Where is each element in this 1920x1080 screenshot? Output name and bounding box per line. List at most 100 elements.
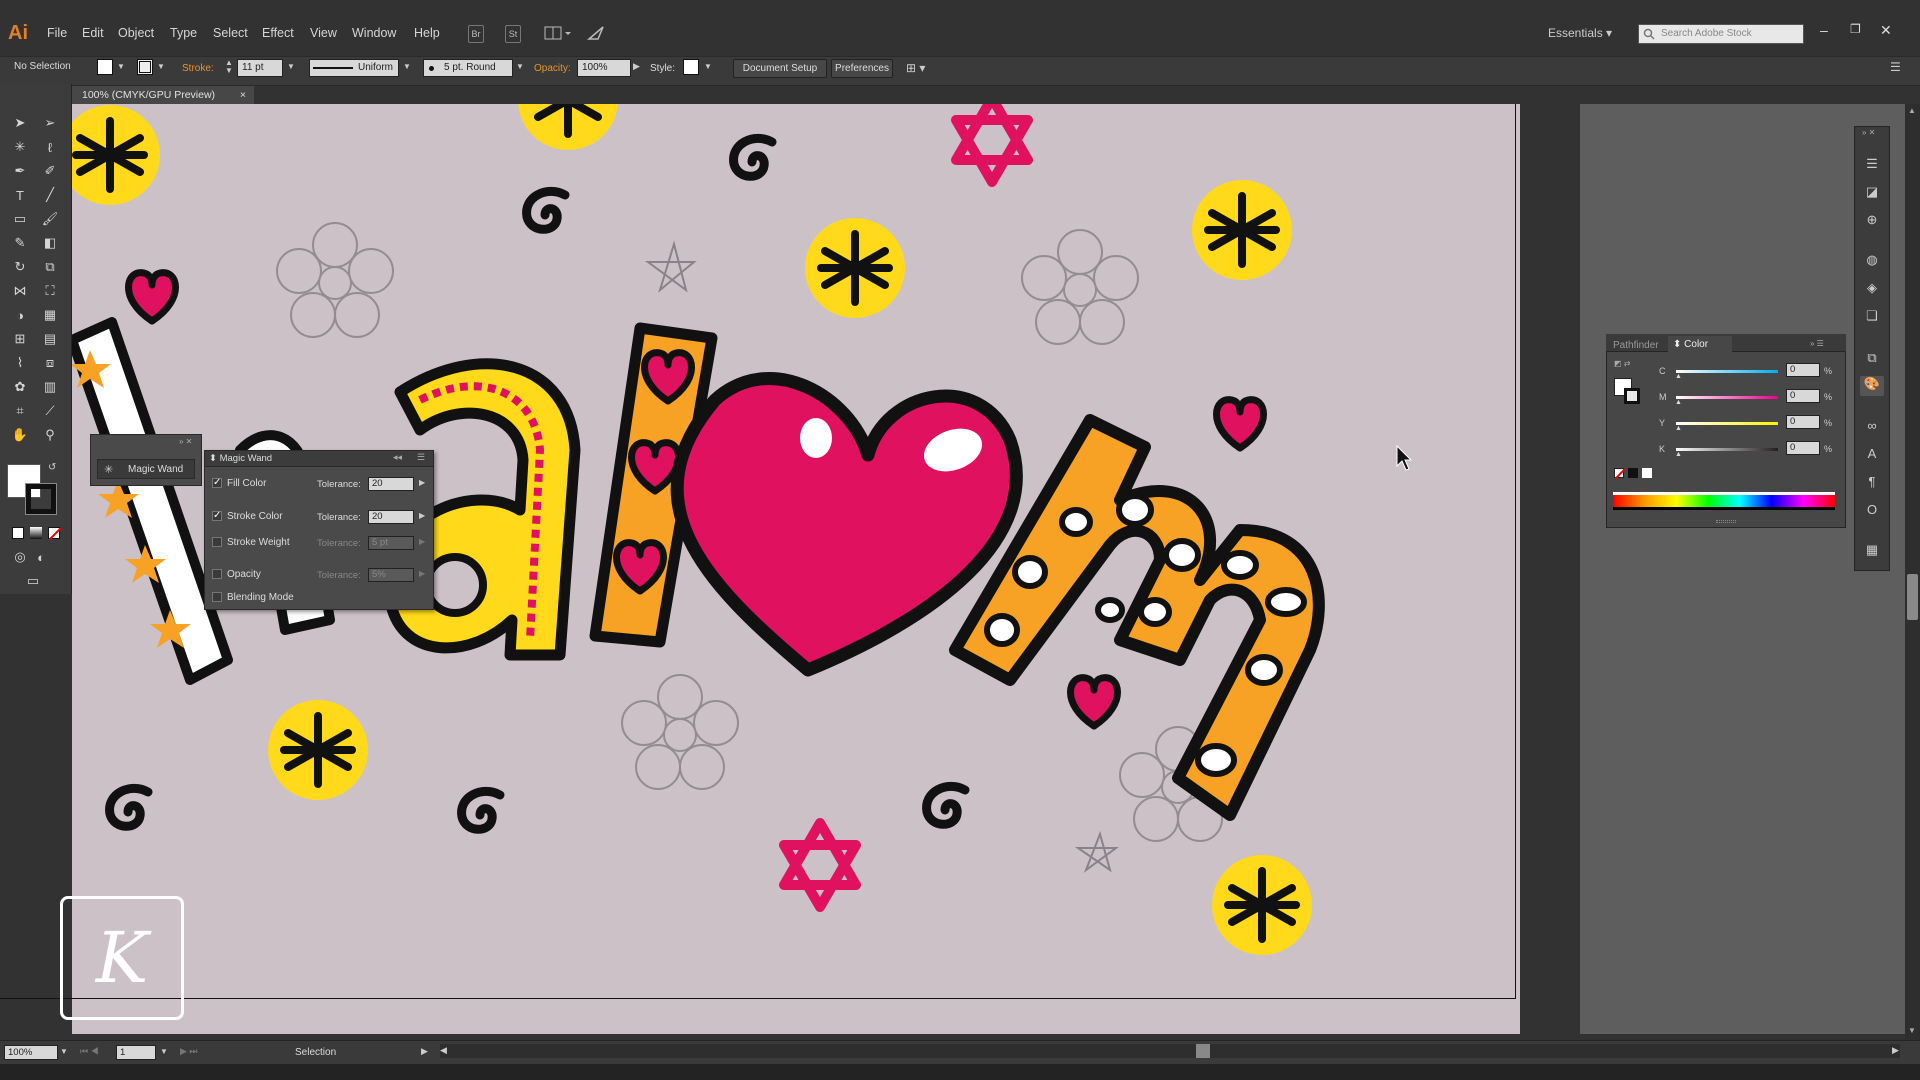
scroll-up-icon[interactable]: ▲ <box>1908 106 1916 115</box>
stepper-icon[interactable]: ▲ ▼ <box>225 59 233 75</box>
document-tab[interactable]: 100% (CMYK/GPU Preview) × <box>72 86 254 104</box>
scroll-left-icon[interactable]: ◀ <box>440 1045 447 1056</box>
dock-collapse-icon[interactable]: » ✕ <box>1862 128 1875 137</box>
draw-mode-icon[interactable]: ◎ <box>9 546 31 568</box>
chevron-down-icon[interactable]: ▼ <box>157 62 165 71</box>
slider-thumb-icon[interactable]: ▲ <box>1675 373 1682 380</box>
restore-icon[interactable]: ❐ <box>1850 22 1861 36</box>
appearance-icon[interactable]: ⊕ <box>1860 212 1884 232</box>
pencil-tool-icon[interactable]: ✎ <box>9 232 31 254</box>
chevron-right-icon[interactable]: ▶ <box>419 511 425 520</box>
magenta-slider[interactable] <box>1676 396 1778 399</box>
stroke-swatch[interactable] <box>137 59 153 75</box>
links-icon[interactable]: ∞ <box>1860 418 1884 438</box>
horizontal-scrollbar[interactable] <box>440 1044 1900 1058</box>
panel-close-icon[interactable]: » ✕ <box>179 437 192 446</box>
black-swatch[interactable] <box>1628 468 1638 478</box>
chevron-right-icon[interactable]: ▶ <box>633 61 640 72</box>
opacity-field[interactable]: 100% <box>577 59 631 77</box>
default-colors-icon[interactable]: ◩ ⇄ <box>1614 359 1630 368</box>
status-mode-label[interactable]: Selection <box>295 1047 336 1058</box>
zoom-tool-icon[interactable]: ⚲ <box>39 424 61 446</box>
menu-view[interactable]: View <box>310 26 337 40</box>
zoom-field[interactable]: 100% <box>4 1045 58 1060</box>
stroke-color-checkbox[interactable]: ✓ <box>212 511 222 521</box>
draw-behind-icon[interactable]: ◐ <box>30 546 52 568</box>
stock-button[interactable]: St <box>505 25 521 43</box>
scale-tool-icon[interactable]: ⧉ <box>39 256 61 278</box>
chevron-down-icon[interactable]: ▼ <box>403 62 411 71</box>
chevron-down-icon[interactable]: ▼ <box>516 62 524 71</box>
curvature-tool-icon[interactable]: ✐ <box>39 160 61 182</box>
table-icon[interactable]: ▦ <box>1860 542 1884 562</box>
fill-color-checkbox[interactable]: ✓ <box>212 478 222 488</box>
column-graph-tool-icon[interactable]: ▥ <box>39 376 61 398</box>
pathfinder-icon[interactable]: ⧉ <box>1860 350 1884 370</box>
pen-tool-icon[interactable]: ✒ <box>9 160 31 182</box>
chevron-right-icon[interactable]: ▶ <box>419 478 425 487</box>
tab-close-icon[interactable]: × <box>240 86 246 104</box>
scroll-down-icon[interactable]: ▼ <box>1908 1026 1916 1035</box>
menu-window[interactable]: Window <box>352 26 396 40</box>
arrange-documents-icon[interactable] <box>544 25 571 41</box>
vertical-scroll-thumb[interactable] <box>1907 574 1918 620</box>
magic-wand-tab-button[interactable]: ✳ Magic Wand <box>97 459 195 479</box>
panel-menu-icon[interactable]: ☰ <box>1890 60 1901 74</box>
paragraph-icon[interactable]: ¶ <box>1860 474 1884 494</box>
cyan-value-field[interactable]: 0 <box>1786 363 1820 377</box>
properties-icon[interactable]: ☰ <box>1860 156 1884 176</box>
screen-mode-icon[interactable]: ▭ <box>22 570 44 592</box>
style-swatch[interactable] <box>683 59 699 75</box>
mesh-tool-icon[interactable]: ⊞ <box>9 328 31 350</box>
transparency-icon[interactable]: ◪ <box>1860 184 1884 204</box>
artboard-nav-next-icon[interactable]: ▶ ⏭ <box>180 1046 198 1057</box>
color-panel-icon[interactable]: 🎨 <box>1860 376 1884 396</box>
selection-tool-icon[interactable]: ➤ <box>9 112 31 134</box>
minimize-icon[interactable]: – <box>1820 22 1828 38</box>
chevron-right-icon[interactable]: ▶ <box>421 1046 428 1057</box>
artboards-icon[interactable]: ❏ <box>1860 308 1884 328</box>
tab-pathfinder[interactable]: Pathfinder <box>1613 340 1659 351</box>
yellow-slider[interactable] <box>1676 422 1778 425</box>
collapse-panel-icon[interactable]: ◂◂ <box>393 452 402 463</box>
gpu-performance-icon[interactable] <box>586 24 606 42</box>
stroke-tolerance-field[interactable]: 20 <box>368 510 414 524</box>
magic-wand-tool-icon[interactable]: ✳ <box>9 136 31 158</box>
chevron-down-icon[interactable]: ▼ <box>117 62 125 71</box>
eyedropper-tool-icon[interactable]: ⌇ <box>9 352 31 374</box>
stroke-color-swatch[interactable] <box>25 483 57 515</box>
panel-menu-icon[interactable]: ☰ <box>417 452 425 463</box>
blend-tool-icon[interactable]: ⧈ <box>39 352 61 374</box>
yellow-value-field[interactable]: 0 <box>1786 415 1820 429</box>
menu-edit[interactable]: Edit <box>82 26 104 40</box>
opentype-icon[interactable]: O <box>1860 502 1884 522</box>
magic-wand-collapsed-panel[interactable]: » ✕ ✳ Magic Wand <box>90 434 202 486</box>
brush-definition[interactable]: 5 pt. Round <box>423 59 513 77</box>
close-window-icon[interactable]: ✕ <box>1880 22 1892 39</box>
menu-object[interactable]: Object <box>118 26 154 40</box>
swatches-icon[interactable]: ◍ <box>1860 252 1884 272</box>
opacity-checkbox[interactable] <box>212 569 222 579</box>
chevron-down-icon[interactable]: ▼ <box>60 1047 68 1056</box>
fill-swatch[interactable] <box>97 59 113 75</box>
panel-header[interactable]: ⬍ Magic Wand ◂◂ ☰ <box>205 451 433 467</box>
color-mode-icon[interactable] <box>12 527 24 539</box>
color-spectrum[interactable] <box>1613 492 1835 510</box>
eraser-tool-icon[interactable]: ◧ <box>39 232 61 254</box>
menu-effect[interactable]: Effect <box>262 26 294 40</box>
document-setup-button[interactable]: Document Setup <box>733 59 827 78</box>
preferences-button[interactable]: Preferences <box>831 59 893 78</box>
chevron-down-icon[interactable]: ▼ <box>160 1047 168 1056</box>
type-tool-icon[interactable]: T <box>9 184 31 206</box>
hand-tool-icon[interactable]: ✋ <box>9 424 31 446</box>
chevron-down-icon[interactable]: ▼ <box>704 62 712 71</box>
opacity-label[interactable]: Opacity: <box>534 63 571 74</box>
swap-colors-icon[interactable]: ↺ <box>48 462 56 473</box>
artboard-tool-icon[interactable]: ⌗ <box>9 400 31 422</box>
scroll-right-icon[interactable]: ▶ <box>1892 1045 1899 1056</box>
perspective-grid-tool-icon[interactable]: ▦ <box>39 304 61 326</box>
artboard-nav-prev-icon[interactable]: ⏮ ◀ <box>80 1046 99 1057</box>
vertical-scrollbar[interactable] <box>1905 104 1920 1040</box>
bridge-button[interactable]: Br <box>468 25 484 43</box>
workspace-switcher[interactable]: Essentials ▾ <box>1548 26 1612 40</box>
